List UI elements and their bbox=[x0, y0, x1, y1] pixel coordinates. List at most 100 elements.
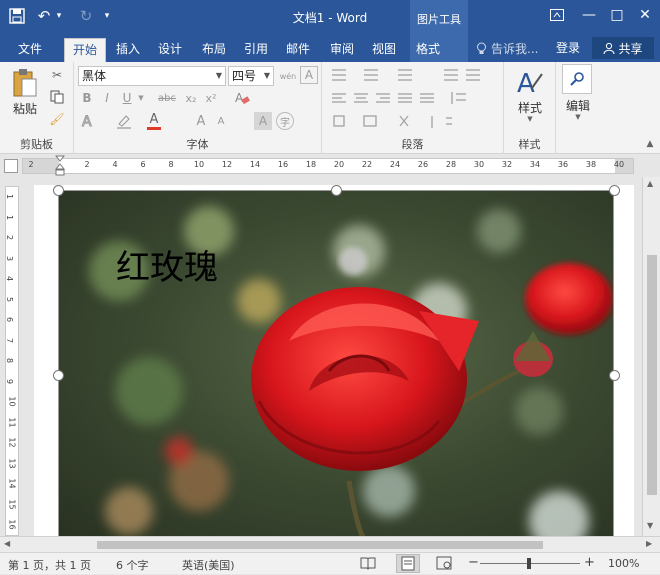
horizontal-scroll-thumb[interactable] bbox=[97, 541, 543, 549]
editing-group: 编辑 ▼ bbox=[556, 62, 604, 154]
minimize-icon[interactable]: — bbox=[574, 4, 604, 26]
web-layout-icon[interactable] bbox=[436, 556, 454, 571]
page-count[interactable]: 第 1 页，共 1 页 bbox=[8, 557, 91, 573]
char-shading-icon[interactable]: A bbox=[254, 112, 272, 130]
ruler-tick-label: 12 bbox=[221, 160, 233, 169]
styles-icon[interactable]: A bbox=[514, 66, 546, 98]
sign-in-link[interactable]: 登录 bbox=[556, 39, 580, 56]
vertical-ruler-tick-label: 10 bbox=[7, 396, 17, 407]
scroll-right-icon[interactable]: ▶ bbox=[646, 539, 652, 548]
strikethrough-button[interactable]: abc bbox=[154, 89, 180, 107]
title-bar: ↶ ▾ ↻ ▾ 文档1 - Word — □ ✕ bbox=[0, 0, 660, 34]
document-caption[interactable]: 红玫瑰 bbox=[116, 240, 218, 289]
ribbon-display-icon[interactable] bbox=[542, 4, 572, 26]
italic-button[interactable]: I bbox=[98, 89, 116, 107]
ruler-tick-label: 38 bbox=[585, 160, 597, 169]
indent-marker-icon[interactable] bbox=[55, 155, 65, 177]
scroll-down-icon[interactable]: ▼ bbox=[647, 521, 653, 530]
horizontal-scrollbar[interactable]: ◀ ▶ bbox=[0, 536, 660, 552]
scroll-left-icon[interactable]: ◀ bbox=[4, 539, 10, 548]
word-count[interactable]: 6 个字 bbox=[116, 557, 149, 573]
phonetic-guide-icon[interactable]: wén bbox=[278, 66, 298, 86]
tab-format[interactable]: 格式 bbox=[416, 38, 440, 62]
ribbon: 粘贴 ✂ 🖌 剪贴板 黑体 ▼ 四号 ▼ wén A B I U ▼ abc x₂ … bbox=[0, 62, 660, 154]
chevron-down-icon: ▼ bbox=[263, 71, 270, 80]
vertical-ruler-tick-label: 16 bbox=[7, 519, 17, 530]
collapse-ribbon-icon[interactable]: ▲ bbox=[644, 138, 656, 150]
styles-button-label[interactable]: 样式 bbox=[508, 100, 552, 115]
maximize-icon[interactable]: □ bbox=[602, 4, 632, 26]
svg-text:A: A bbox=[517, 69, 535, 96]
resize-handle-e[interactable] bbox=[609, 370, 620, 381]
vertical-ruler-tick-label: 7 bbox=[5, 337, 15, 343]
font-name-value: 黑体 bbox=[82, 69, 107, 83]
find-icon[interactable] bbox=[562, 64, 592, 94]
chevron-down-icon[interactable]: ▼ bbox=[558, 112, 598, 122]
share-button[interactable]: 共享 bbox=[592, 37, 654, 59]
language-indicator[interactable]: 英语(美国) bbox=[182, 557, 235, 573]
chevron-down-icon[interactable]: ▼ bbox=[136, 89, 146, 107]
subscript-button[interactable]: x₂ bbox=[182, 89, 200, 107]
tab-references[interactable]: 引用 bbox=[236, 38, 276, 62]
font-name-combo[interactable]: 黑体 ▼ bbox=[78, 66, 226, 86]
vertical-ruler-tick-label: 15 bbox=[7, 498, 17, 510]
zoom-level[interactable]: 100% bbox=[608, 557, 639, 570]
tab-layout[interactable]: 布局 bbox=[194, 38, 234, 62]
resize-handle-n[interactable] bbox=[331, 185, 342, 196]
grow-font-icon[interactable]: A bbox=[192, 112, 210, 130]
close-icon[interactable]: ✕ bbox=[630, 4, 660, 26]
superscript-button[interactable]: x² bbox=[202, 89, 220, 107]
cut-icon[interactable]: ✂ bbox=[46, 66, 68, 84]
styles-group: A 样式 ▼ 样式 bbox=[504, 62, 556, 154]
print-layout-icon[interactable] bbox=[396, 554, 420, 573]
zoom-out-button[interactable]: − bbox=[468, 555, 479, 570]
ruler-tick-label: 14 bbox=[249, 160, 261, 169]
tab-file[interactable]: 文件 bbox=[10, 38, 50, 62]
tab-insert[interactable]: 插入 bbox=[108, 38, 148, 62]
picture-tools-group: 图片工具 格式 bbox=[410, 0, 468, 62]
shrink-font-icon[interactable]: A bbox=[212, 112, 230, 130]
vertical-ruler-tick-label: 11 bbox=[7, 416, 17, 428]
editing-button-label[interactable]: 编辑 bbox=[558, 98, 598, 113]
read-mode-icon[interactable] bbox=[360, 556, 378, 571]
vertical-ruler-tick-label: 14 bbox=[7, 478, 17, 489]
tab-home[interactable]: 开始 bbox=[64, 38, 107, 62]
vertical-scrollbar[interactable]: ▲ ▼ bbox=[642, 177, 660, 536]
vertical-ruler[interactable]: 1 1 2 3 4 5 6 7 8 9 10 11 12 13 14 15 16 bbox=[0, 186, 22, 536]
resize-handle-nw[interactable] bbox=[53, 185, 64, 196]
underline-button[interactable]: U bbox=[118, 89, 136, 107]
ruler-tick-label: 18 bbox=[305, 160, 317, 169]
paragraph-controls-icon[interactable] bbox=[328, 66, 500, 132]
clear-formatting-icon[interactable]: A bbox=[232, 89, 252, 107]
ruler-tick-label: 20 bbox=[333, 160, 345, 169]
resize-handle-ne[interactable] bbox=[609, 185, 620, 196]
horizontal-ruler[interactable]: 2 2 4 6 8 10 12 14 16 18 20 22 24 26 28 30 32 34 36 38 40 bbox=[0, 155, 660, 177]
tab-selector-icon[interactable] bbox=[4, 159, 18, 173]
highlight-icon[interactable] bbox=[114, 112, 134, 130]
styles-group-label: 样式 bbox=[518, 138, 541, 151]
tab-view[interactable]: 视图 bbox=[364, 38, 404, 62]
tab-mailings[interactable]: 邮件 bbox=[278, 38, 318, 62]
zoom-slider-thumb[interactable] bbox=[527, 558, 531, 569]
font-size-combo[interactable]: 四号 ▼ bbox=[228, 66, 274, 86]
vertical-scroll-thumb[interactable] bbox=[647, 255, 657, 495]
tab-design[interactable]: 设计 bbox=[150, 38, 190, 62]
resize-handle-w[interactable] bbox=[53, 370, 64, 381]
font-color-button[interactable]: A bbox=[144, 110, 164, 132]
zoom-in-button[interactable]: + bbox=[584, 555, 595, 570]
bold-button[interactable]: B bbox=[78, 89, 96, 107]
tell-me-box[interactable]: 告诉我... bbox=[476, 40, 538, 57]
char-border-icon[interactable]: A bbox=[300, 66, 318, 84]
tab-review[interactable]: 审阅 bbox=[322, 38, 362, 62]
paste-icon[interactable] bbox=[8, 66, 42, 100]
font-color-glyph: A bbox=[149, 111, 159, 127]
text-effects-icon[interactable]: A bbox=[78, 112, 98, 130]
enclose-chars-icon[interactable]: 字 bbox=[276, 112, 294, 130]
ruler-tick-label: 36 bbox=[557, 160, 569, 169]
lightbulb-icon bbox=[477, 42, 486, 54]
chevron-down-icon[interactable]: ▼ bbox=[508, 114, 552, 124]
vertical-ruler-tick-label: 1 bbox=[5, 214, 15, 220]
format-painter-icon[interactable]: 🖌 bbox=[46, 110, 68, 128]
copy-icon[interactable] bbox=[46, 88, 68, 106]
scroll-up-icon[interactable]: ▲ bbox=[647, 179, 653, 188]
